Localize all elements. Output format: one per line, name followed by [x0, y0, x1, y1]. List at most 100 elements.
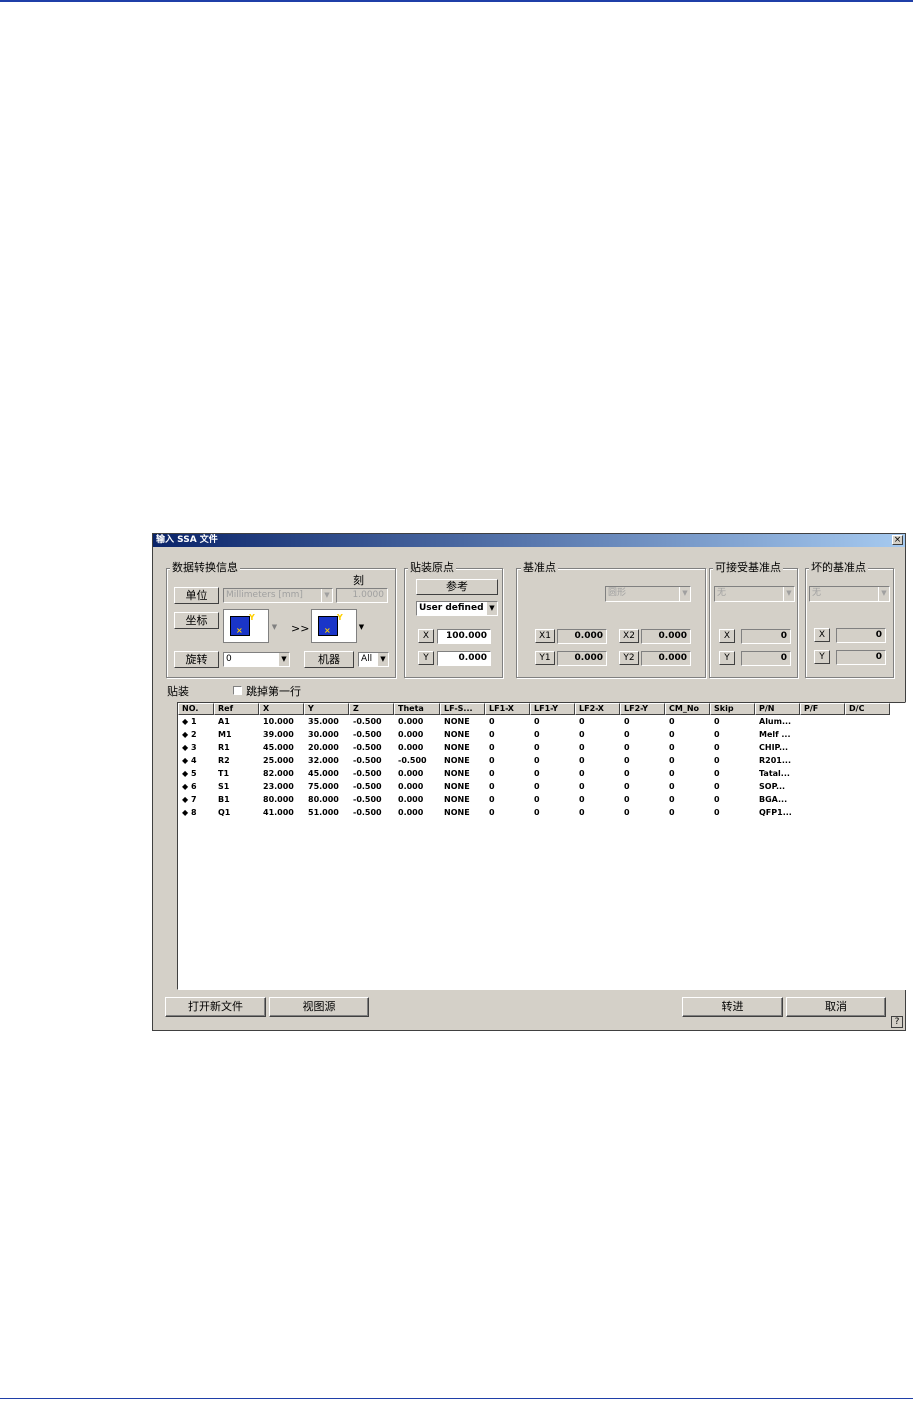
table-cell: 0	[669, 756, 675, 765]
fiducial-x2-field: 0.000	[641, 629, 691, 644]
table-cell: 35.000	[308, 717, 339, 726]
cancel-button[interactable]: 取消	[786, 997, 886, 1017]
table-cell: 0	[579, 795, 585, 804]
table-row[interactable]: ◆ 4 R2 25.000 32.000 -0.500 -0.500 NONE 0 0 0 0 0 0 R…	[178, 755, 905, 768]
help-icon[interactable]: ?	[891, 1016, 903, 1028]
machine-select[interactable]: All ▼	[358, 652, 389, 667]
source-coord-dropdown[interactable]: ▼	[270, 609, 281, 643]
table-cell: 0	[579, 808, 585, 817]
table-cell: 0	[534, 717, 540, 726]
title-bar: 输入 SSA 文件 ×	[153, 534, 905, 547]
machine-value: All	[361, 654, 373, 664]
column-header[interactable]: D/C	[845, 703, 890, 715]
target-coord-dropdown[interactable]: ▼	[357, 609, 368, 643]
table-cell: R1	[218, 743, 230, 752]
table-cell: ◆ 8	[182, 808, 197, 817]
table-cell: 0	[669, 795, 675, 804]
column-header[interactable]: LF2-Y	[620, 703, 665, 715]
column-header[interactable]: LF1-Y	[530, 703, 575, 715]
table-cell: Q1	[218, 808, 231, 817]
view-source-button[interactable]: 视图源	[269, 997, 369, 1017]
origin-y-field[interactable]: 0.000	[437, 651, 491, 666]
table-cell: 0	[489, 743, 495, 752]
column-header[interactable]: Ref	[214, 703, 259, 715]
rotate-select[interactable]: 0 ▼	[223, 652, 290, 667]
fiducial-legend: 基准点	[521, 561, 558, 574]
table-cell: 51.000	[308, 808, 339, 817]
table-cell: 0	[489, 769, 495, 778]
table-cell: NONE	[444, 717, 470, 726]
column-header[interactable]: LF-S...	[440, 703, 485, 715]
placement-table[interactable]: NO. Ref X Y Z Theta LF-S... LF1-X LF1-Y LF2-X LF2-…	[177, 702, 906, 990]
table-cell: 0	[714, 795, 720, 804]
table-row[interactable]: ◆ 6 S1 23.000 75.000 -0.500 0.000 NONE 0 0 0 0 0 0 SO…	[178, 781, 905, 794]
table-cell: -0.500	[353, 769, 382, 778]
origin-y-label: Y	[418, 651, 434, 665]
chevron-down-icon: ▼	[486, 602, 497, 615]
table-row[interactable]: ◆ 1 A1 10.000 35.000 -0.500 0.000 NONE 0 0 0 0 0 0 Al…	[178, 716, 905, 729]
proceed-button[interactable]: 转进	[682, 997, 783, 1017]
column-header[interactable]: Z	[349, 703, 394, 715]
table-row[interactable]: ◆ 8 Q1 41.000 51.000 -0.500 0.000 NONE 0 0 0 0 0 0 QF…	[178, 807, 905, 820]
skip-first-row-checkbox[interactable]	[233, 686, 242, 695]
table-row[interactable]: ◆ 3 R1 45.000 20.000 -0.500 0.000 NONE 0 0 0 0 0 0 CH…	[178, 742, 905, 755]
table-cell: 0.000	[398, 730, 424, 739]
table-cell: NONE	[444, 730, 470, 739]
table-cell: 0	[714, 808, 720, 817]
table-cell: 0	[714, 756, 720, 765]
table-cell: -0.500	[353, 730, 382, 739]
table-cell: -0.500	[353, 717, 382, 726]
table-cell: NONE	[444, 769, 470, 778]
column-header[interactable]: P/F	[800, 703, 845, 715]
rotate-label: 旋转	[174, 651, 219, 668]
table-cell: 80.000	[308, 795, 339, 804]
column-header[interactable]: LF2-X	[575, 703, 620, 715]
table-cell: 0	[489, 795, 495, 804]
table-cell: 45.000	[308, 769, 339, 778]
column-header[interactable]: NO.	[178, 703, 214, 715]
column-header[interactable]: LF1-X	[485, 703, 530, 715]
origin-x-field[interactable]: 100.000	[437, 629, 491, 644]
target-coord-image[interactable]: Y ×	[311, 609, 357, 643]
table-cell: 0	[669, 808, 675, 817]
page-bottom-rule	[0, 1398, 913, 1399]
table-cell: 0	[669, 717, 675, 726]
table-row[interactable]: ◆ 2 M1 39.000 30.000 -0.500 0.000 NONE 0 0 0 0 0 0 Me…	[178, 729, 905, 742]
rotate-value: 0	[226, 654, 232, 664]
table-row[interactable]: ◆ 7 B1 80.000 80.000 -0.500 0.000 NONE 0 0 0 0 0 0 BG…	[178, 794, 905, 807]
coord-label: 坐标	[174, 612, 219, 629]
table-cell: 0	[534, 795, 540, 804]
close-icon[interactable]: ×	[892, 535, 903, 545]
column-header[interactable]: CM_No	[665, 703, 710, 715]
column-header[interactable]: Y	[304, 703, 349, 715]
table-cell: NONE	[444, 782, 470, 791]
reference-label: 参考	[416, 579, 498, 595]
reference-value: User defined	[419, 603, 484, 613]
table-cell: NONE	[444, 756, 470, 765]
reference-select[interactable]: User defined ▼	[416, 601, 498, 616]
table-cell: ◆ 7	[182, 795, 197, 804]
table-cell: 0	[579, 743, 585, 752]
bad-fiducial-value: 无	[812, 588, 822, 598]
table-cell: 0	[669, 730, 675, 739]
column-header[interactable]: Skip	[710, 703, 755, 715]
table-cell: 0	[579, 782, 585, 791]
fiducial-y2-field: 0.000	[641, 651, 691, 666]
accept-fiducial-legend: 可接受基准点	[713, 561, 783, 574]
table-cell: 0	[714, 717, 720, 726]
column-header[interactable]: X	[259, 703, 304, 715]
fiducial-x1-label: X1	[535, 629, 555, 643]
table-cell: 32.000	[308, 756, 339, 765]
open-new-file-button[interactable]: 打开新文件	[165, 997, 266, 1017]
column-header[interactable]: P/N	[755, 703, 800, 715]
table-cell: SOP...	[759, 782, 786, 791]
column-header[interactable]: Theta	[394, 703, 440, 715]
table-row[interactable]: ◆ 5 T1 82.000 45.000 -0.500 0.000 NONE 0 0 0 0 0 0 Ta…	[178, 768, 905, 781]
table-cell: ◆ 6	[182, 782, 197, 791]
table-cell: 0	[534, 808, 540, 817]
accept-y-label: Y	[719, 651, 735, 665]
source-coord-image[interactable]: Y ×	[223, 609, 269, 643]
table-cell: 0	[534, 769, 540, 778]
table-cell: CHIP...	[759, 743, 789, 752]
fiducial-x2-label: X2	[619, 629, 639, 643]
